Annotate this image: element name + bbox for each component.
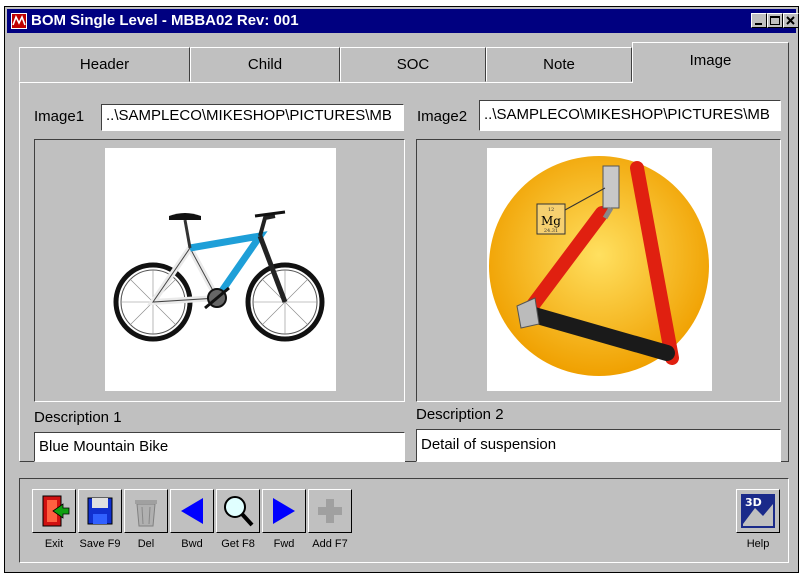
help-button[interactable]: 3D Help [736, 489, 780, 559]
get-button[interactable]: Get F8 [216, 489, 260, 559]
toolbar: Exit Save F9 Del Bwd Get F8 Fwd Add F7 3… [19, 478, 789, 563]
backward-button[interactable]: Bwd [170, 489, 214, 559]
description1-label: Description 1 [34, 409, 122, 426]
tab-note-label: Note [543, 56, 575, 73]
delete-button[interactable]: Del [124, 489, 168, 559]
mountain-bike-image [113, 210, 325, 342]
window-title: BOM Single Level - MBBA02 Rev: 001 [31, 12, 299, 29]
tab-image-label: Image [689, 52, 732, 69]
image2-picture: 12 Mg 24.31 [487, 148, 712, 391]
image1-frame [34, 139, 405, 402]
description2-field[interactable]: Detail of suspension [416, 429, 781, 462]
floppy-disk-icon [87, 497, 113, 525]
description2-label: Description 2 [416, 406, 504, 423]
tab-child[interactable]: Child [190, 47, 340, 82]
exit-door-icon [42, 495, 70, 527]
image1-label: Image1 [34, 108, 85, 125]
element-mass: 24.31 [544, 228, 558, 234]
tab-note[interactable]: Note [486, 47, 632, 82]
element-number: 12 [548, 207, 554, 213]
help-icon-text: 3D [745, 496, 762, 509]
image2-path-field[interactable]: ..\SAMPLECO\MIKESHOP\PICTURES\MB [479, 100, 781, 131]
title-bar[interactable]: BOM Single Level - MBBA02 Rev: 001 [7, 9, 799, 33]
description1-field[interactable]: Blue Mountain Bike [34, 432, 405, 462]
minimize-icon [755, 23, 762, 25]
element-symbol: Mg [541, 214, 561, 228]
tab-image[interactable]: Image [632, 42, 789, 83]
tab-header-label: Header [79, 56, 130, 73]
suspension-detail-image: 12 Mg 24.31 [489, 156, 709, 376]
arrow-left-icon [181, 498, 203, 524]
maximize-icon [770, 16, 780, 25]
magnifier-icon [224, 496, 254, 527]
add-button[interactable]: Add F7 [308, 489, 352, 559]
image1-path-field[interactable]: ..\SAMPLECO\MIKESHOP\PICTURES\MB [101, 104, 404, 131]
image1-picture [105, 148, 336, 391]
minimize-button[interactable] [751, 13, 767, 28]
close-icon [786, 16, 795, 25]
help-icon: 3D [741, 494, 775, 528]
tab-soc-label: SOC [396, 56, 430, 73]
tab-child-label: Child [247, 56, 283, 73]
app-logo-icon [11, 13, 27, 29]
save-button[interactable]: Save F9 [78, 489, 122, 559]
add-label: Add F7 [312, 538, 348, 550]
tab-header[interactable]: Header [19, 47, 190, 82]
tab-soc[interactable]: SOC [340, 47, 486, 82]
maximize-button[interactable] [767, 13, 783, 28]
forward-button[interactable]: Fwd [262, 489, 306, 559]
plus-icon [318, 499, 342, 523]
image2-frame: 12 Mg 24.31 [416, 139, 781, 402]
close-button[interactable] [783, 13, 799, 28]
exit-button[interactable]: Exit [32, 489, 76, 559]
help-label: Help [746, 538, 770, 550]
arrow-right-icon [273, 498, 295, 524]
image2-label: Image2 [417, 108, 468, 125]
trash-can-icon [135, 500, 157, 527]
